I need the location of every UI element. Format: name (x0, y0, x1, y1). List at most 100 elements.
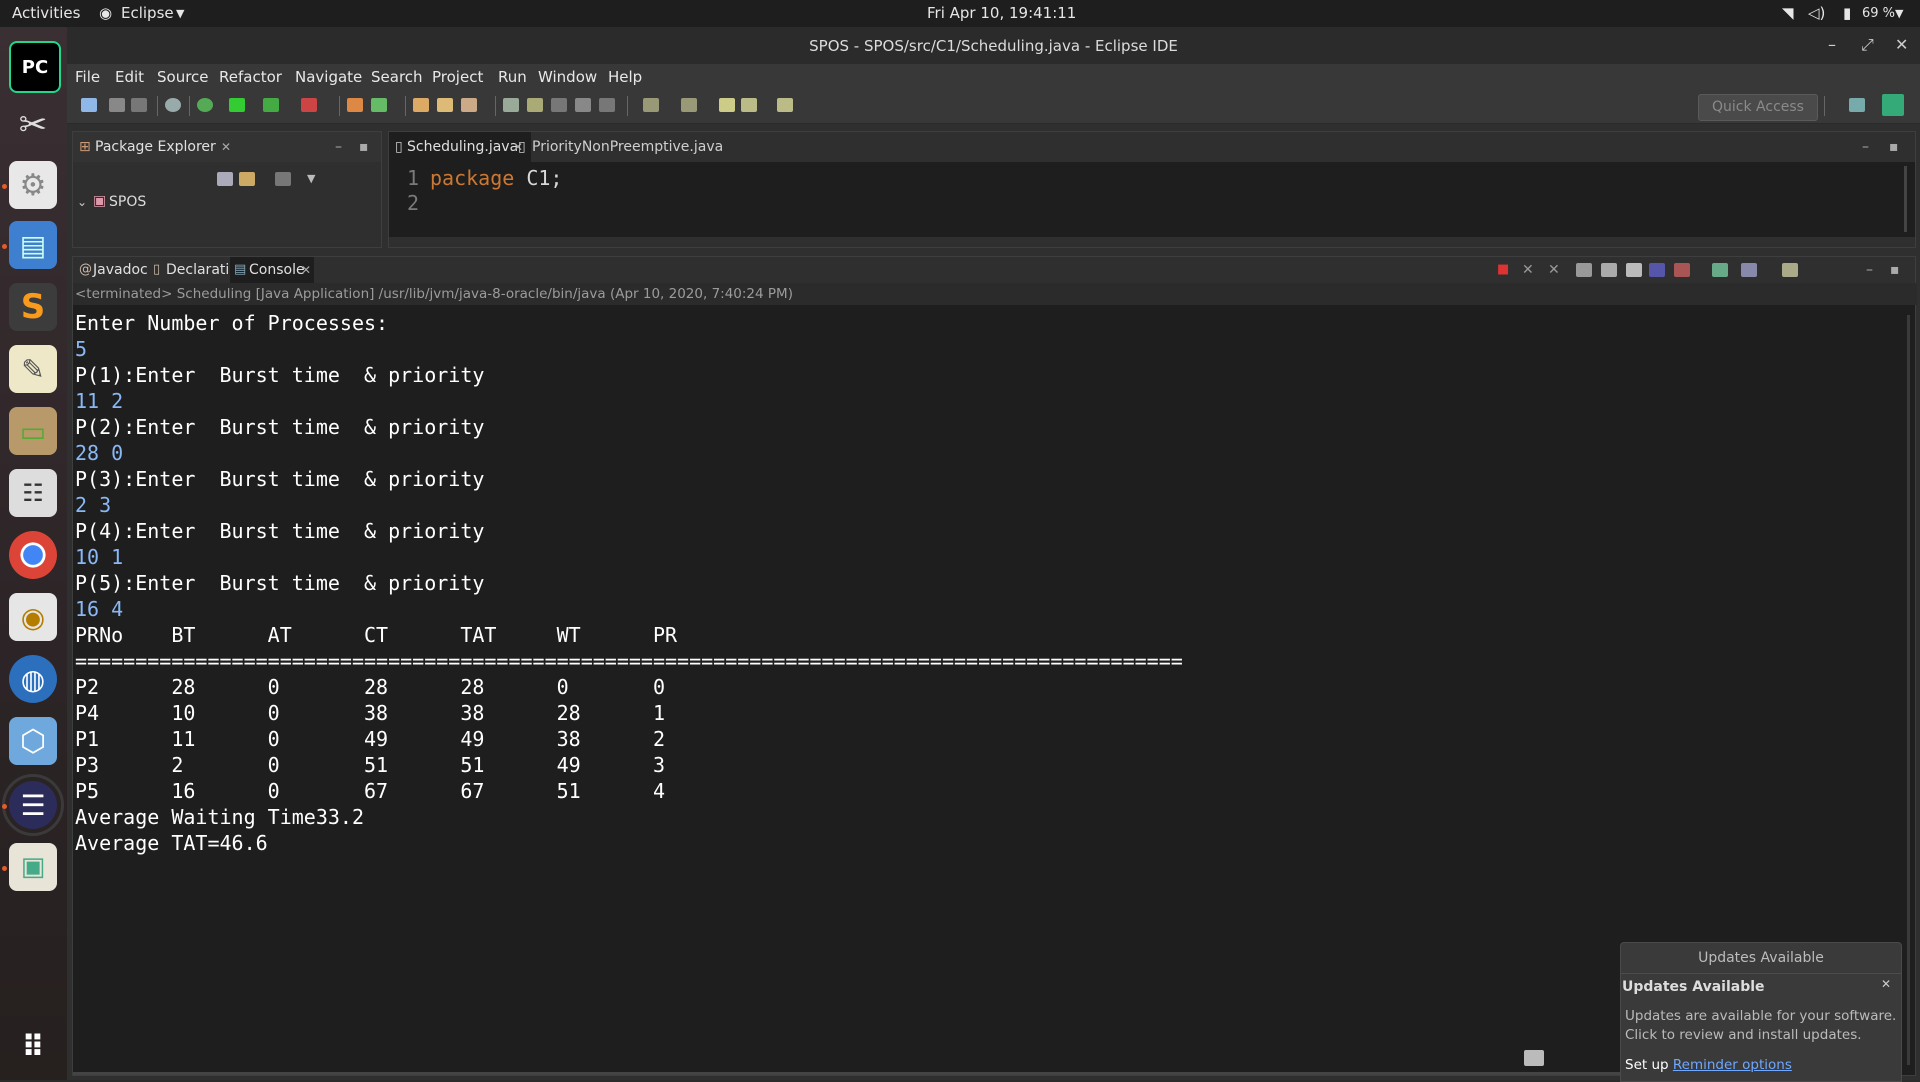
menu-project[interactable]: Project (432, 68, 483, 86)
new-class-icon[interactable] (371, 98, 387, 112)
tab-scheduling-java[interactable]: Scheduling.java (407, 132, 518, 162)
wifi-icon[interactable]: ◥ (1782, 4, 1794, 22)
show-console-error-icon[interactable] (1674, 263, 1690, 277)
menu-source[interactable]: Source (157, 68, 209, 86)
pilcrow-icon[interactable] (599, 98, 615, 112)
prev-annotation-icon[interactable] (681, 98, 697, 112)
menu-file[interactable]: File (75, 68, 100, 86)
close-icon[interactable]: ✕ (1895, 35, 1908, 54)
maximize-icon[interactable]: ⤢ (1861, 35, 1874, 55)
menu-help[interactable]: Help (608, 68, 642, 86)
eclipse-dock-icon[interactable]: ☰ (2, 774, 64, 836)
back-history-icon[interactable] (741, 98, 757, 112)
battery-icon[interactable]: ▮ (1843, 4, 1851, 22)
volume-icon[interactable]: ◁) (1808, 4, 1825, 22)
minimize-editor-icon[interactable]: – (1862, 132, 1869, 162)
external-tools-icon[interactable] (301, 98, 317, 112)
menu-window[interactable]: Window (538, 68, 597, 86)
files-icon[interactable]: ▭ (9, 407, 57, 455)
open-type-icon[interactable] (413, 98, 429, 112)
debug-icon[interactable] (197, 98, 213, 112)
system-menu-chevron-icon[interactable]: ▼ (1895, 7, 1903, 20)
console-hscrollbar[interactable] (73, 1072, 1673, 1075)
updates-notification[interactable]: Updates Available Updates Available ✕ Up… (1620, 942, 1902, 1082)
notification-close-icon[interactable]: ✕ (1881, 977, 1891, 991)
link-with-editor-icon[interactable] (239, 172, 255, 186)
virtualbox-icon[interactable]: ⬡ (9, 717, 57, 765)
chrome-icon[interactable] (9, 531, 57, 579)
block-selection-icon[interactable] (575, 98, 591, 112)
pycharm-icon[interactable]: PC (9, 41, 61, 93)
filters-icon[interactable] (275, 172, 291, 186)
coverage-icon[interactable] (263, 98, 279, 112)
remove-launch-icon[interactable]: ✕ (1522, 255, 1534, 285)
save-icon[interactable] (109, 98, 125, 112)
clear-console-icon[interactable] (1576, 263, 1592, 277)
open-task-icon[interactable] (437, 98, 453, 112)
run-icon[interactable] (229, 98, 245, 112)
maximize-view-icon[interactable]: ▪ (1890, 255, 1900, 285)
view-menu-icon[interactable]: ▼ (307, 172, 315, 185)
tree-expand-icon[interactable]: ⌄ (77, 195, 87, 209)
remove-all-icon[interactable]: ✕ (1548, 255, 1560, 285)
minimize-view-icon[interactable]: – (335, 132, 342, 162)
new-java-project-icon[interactable] (347, 98, 363, 112)
reminder-options-link[interactable]: Reminder options (1673, 1057, 1792, 1073)
pin-console-icon[interactable] (1712, 263, 1728, 277)
back-icon[interactable] (719, 98, 735, 112)
menu-search[interactable]: Search (371, 68, 423, 86)
background-tasks-icon[interactable] (1524, 1050, 1544, 1066)
menu-navigate[interactable]: Navigate (295, 68, 362, 86)
project-node-spos[interactable]: SPOS (109, 194, 146, 210)
toggle-mark-icon[interactable] (503, 98, 519, 112)
display-console-icon[interactable] (1741, 263, 1757, 277)
tab-console[interactable]: Console (249, 255, 305, 285)
collapse-all-icon[interactable] (217, 172, 233, 186)
settings-icon[interactable]: ⚙ (9, 161, 57, 209)
editor-scrollbar[interactable] (1904, 166, 1907, 232)
search-tool-icon[interactable] (461, 98, 477, 112)
console-output[interactable]: Enter Number of Processes: 5 P(1):Enter Bu… (75, 310, 1855, 856)
tab-package-explorer[interactable]: Package Explorer (95, 132, 216, 162)
maximize-editor-icon[interactable]: ▪ (1889, 132, 1899, 162)
sublime-text-icon[interactable]: S (9, 283, 57, 331)
image-viewer-icon[interactable]: ▣ (9, 843, 57, 891)
word-wrap-icon[interactable] (1626, 263, 1642, 277)
menu-refactor[interactable]: Refactor (219, 68, 282, 86)
file-cabinet-icon[interactable]: ▤ (9, 221, 57, 269)
close-tab-icon[interactable]: ✕ (221, 132, 231, 162)
terminate-icon[interactable]: ■ (1497, 255, 1509, 285)
code-editor[interactable]: 1 2 package C1; (389, 162, 1915, 237)
activities-button[interactable]: Activities (12, 4, 80, 22)
scroll-lock-icon[interactable] (1601, 263, 1617, 277)
skip-breakpoints-icon[interactable] (165, 98, 181, 112)
minimize-icon[interactable]: – (1828, 35, 1836, 54)
close-tab-icon[interactable]: ✕ (301, 255, 311, 285)
open-perspective-icon[interactable] (1849, 98, 1865, 112)
toggle-highlight-icon[interactable] (527, 98, 543, 112)
show-console-output-icon[interactable] (1649, 263, 1665, 277)
menu-run[interactable]: Run (498, 68, 527, 86)
menu-edit[interactable]: Edit (115, 68, 144, 86)
tab-priority-non-preemptive[interactable]: PriorityNonPreemptive.java (532, 132, 723, 162)
show-applications-icon[interactable]: ⠿ (9, 1023, 57, 1071)
minimize-view-icon[interactable]: – (1866, 255, 1873, 285)
console-scrollbar[interactable] (1907, 315, 1910, 1065)
show-whitespace-icon[interactable] (551, 98, 567, 112)
next-annotation-icon[interactable] (643, 98, 659, 112)
clock[interactable]: Fri Apr 10, 19:41:11 (927, 4, 1076, 22)
tab-javadoc[interactable]: Javadoc (93, 255, 148, 285)
open-console-icon[interactable] (1782, 263, 1798, 277)
globe-icon[interactable]: ◍ (9, 655, 57, 703)
maximize-view-icon[interactable]: ▪ (359, 132, 369, 162)
tools-icon[interactable]: ✂ (9, 101, 57, 149)
new-icon[interactable] (81, 98, 97, 112)
text-editor-icon[interactable]: ✎ (9, 345, 57, 393)
mixer-icon[interactable]: ☷ (9, 469, 57, 517)
java-perspective-icon[interactable] (1882, 94, 1904, 116)
app-menu[interactable]: Eclipse (121, 4, 174, 22)
quick-access-input[interactable]: Quick Access (1698, 94, 1818, 121)
forward-icon[interactable] (777, 98, 793, 112)
save-all-icon[interactable] (131, 98, 147, 112)
speaker-icon[interactable]: ◉ (9, 593, 57, 641)
